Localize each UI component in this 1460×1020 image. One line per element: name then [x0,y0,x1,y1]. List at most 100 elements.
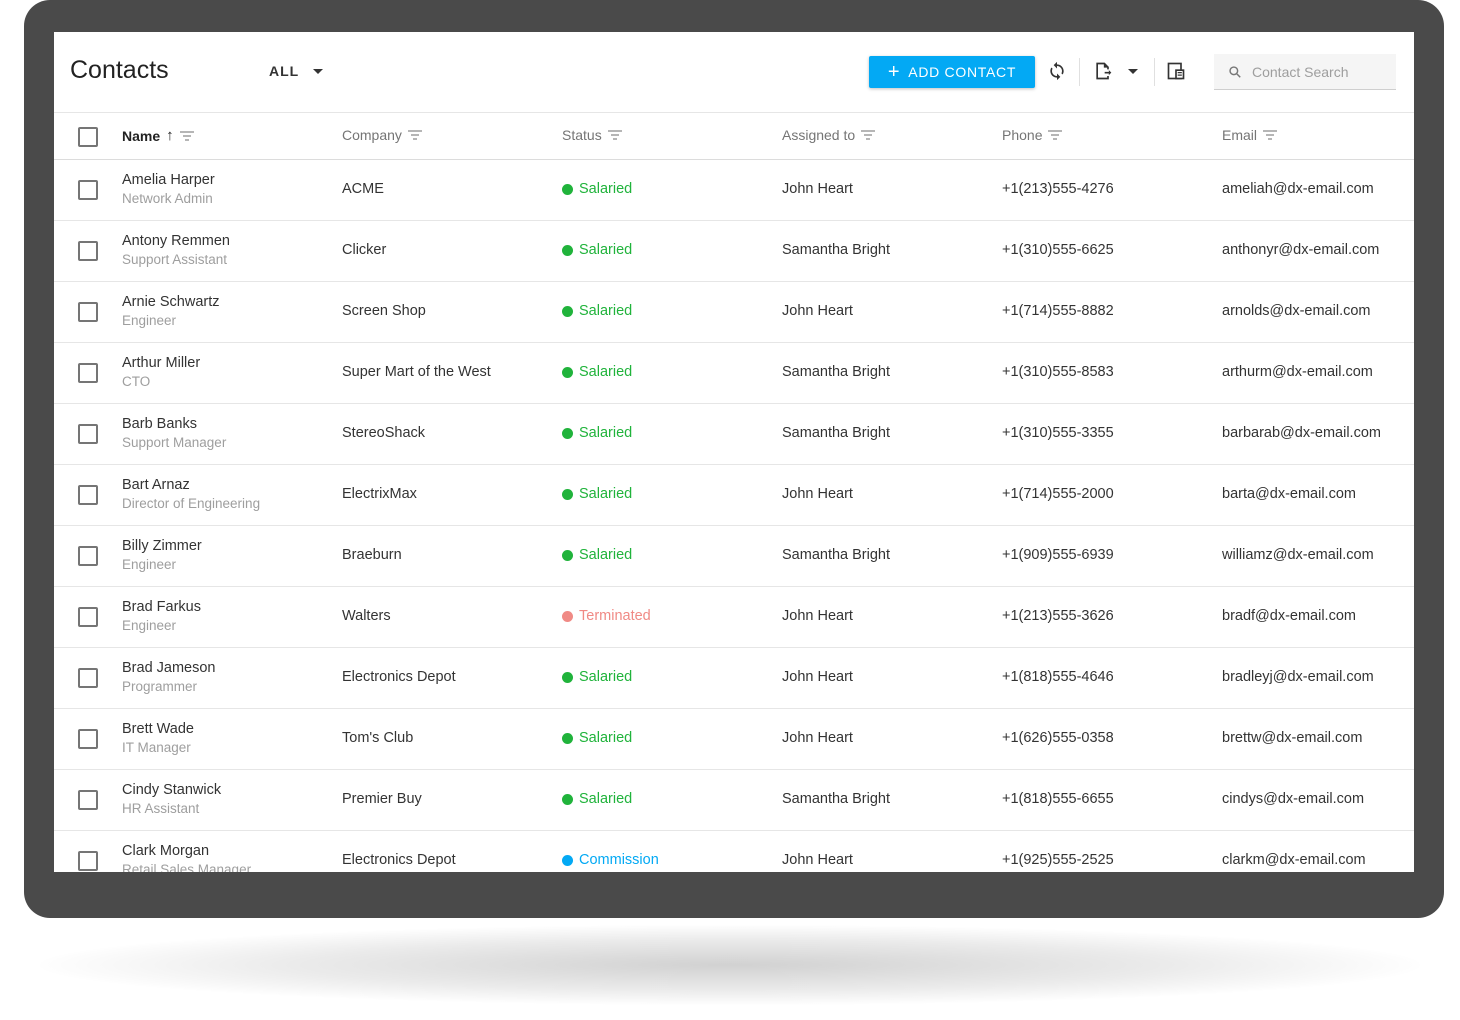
table-row[interactable]: Clark Morgan Retail Sales Manager Electr… [54,831,1414,872]
contact-company: Electronics Depot [342,669,456,685]
table-row[interactable]: Arthur Miller CTO Super Mart of the West… [54,343,1414,404]
add-contact-button[interactable]: + ADD CONTACT [869,56,1035,88]
status-filter-label: ALL [269,63,300,79]
status-label: Salaried [579,303,633,319]
row-checkbox[interactable] [78,546,98,566]
contact-email: bradf@dx-email.com [1222,608,1356,624]
table-row[interactable]: Bart Arnaz Director of Engineering Elect… [54,465,1414,526]
contact-company: Super Mart of the West [342,364,491,380]
status-label: Salaried [579,181,633,197]
contact-position: Network Admin [122,191,213,206]
filter-icon[interactable] [179,128,194,144]
search-input[interactable] [1250,62,1394,81]
status-badge: Salaried [562,791,632,807]
status-badge: Commission [562,852,659,868]
contact-position: Engineer [122,557,177,572]
filter-icon[interactable] [407,127,422,143]
filter-icon[interactable] [607,127,622,143]
table-row[interactable]: Antony Remmen Support Assistant Clicker … [54,221,1414,282]
filter-icon[interactable] [1263,127,1278,143]
contact-company: ACME [342,181,384,197]
row-checkbox[interactable] [78,424,98,444]
row-checkbox[interactable] [78,729,98,749]
contact-email: williamz@dx-email.com [1222,547,1374,563]
contact-email: barta@dx-email.com [1222,486,1356,502]
filter-icon[interactable] [861,127,876,143]
contact-name: Antony Remmen [122,233,230,249]
assigned-to: Samantha Bright [782,242,891,258]
status-dot-icon [562,366,573,378]
contact-company: Walters [342,608,391,624]
status-dot-icon [562,610,573,622]
status-badge: Salaried [562,425,632,441]
contact-search[interactable] [1214,54,1396,90]
contact-phone: +1(213)555-3626 [1002,608,1114,624]
assigned-to: Samantha Bright [782,364,891,380]
row-checkbox[interactable] [78,485,98,505]
contact-name: Bart Arnaz [122,477,190,493]
contact-phone: +1(213)555-4276 [1002,181,1114,197]
table-row[interactable]: Barb Banks Support Manager StereoShack S… [54,404,1414,465]
row-checkbox[interactable] [78,180,98,200]
status-label: Salaried [579,486,633,502]
table-row[interactable]: Brett Wade IT Manager Tom's Club Salarie… [54,709,1414,770]
column-header-status[interactable]: Status [562,127,622,143]
contact-name: Clark Morgan [122,843,210,859]
select-all-checkbox[interactable] [78,127,98,147]
table-row[interactable]: Brad Farkus Engineer Walters Terminated … [54,587,1414,648]
status-badge: Salaried [562,730,632,746]
row-checkbox[interactable] [78,302,98,322]
assigned-to: John Heart [782,852,853,868]
contact-email: clarkm@dx-email.com [1222,852,1366,868]
column-header-name[interactable]: Name ↑ [122,127,194,144]
table-row[interactable]: Arnie Schwartz Engineer Screen Shop Sala… [54,282,1414,343]
refresh-button[interactable] [1046,60,1068,82]
contact-phone: +1(714)555-2000 [1002,486,1114,502]
contact-position: Programmer [122,679,198,694]
status-dot-icon [562,427,573,439]
status-badge: Salaried [562,303,632,319]
export-button[interactable] [1092,60,1114,82]
table-header: Name ↑ Company Status Assigned to Phone … [54,112,1414,160]
contact-company: Braeburn [342,547,402,563]
status-label: Salaried [579,791,633,807]
row-checkbox[interactable] [78,241,98,261]
contact-company: Screen Shop [342,303,426,319]
assigned-to: John Heart [782,303,853,319]
row-checkbox[interactable] [78,668,98,688]
contact-phone: +1(818)555-4646 [1002,669,1114,685]
table-row[interactable]: Amelia Harper Network Admin ACME Salarie… [54,160,1414,221]
status-filter-dropdown[interactable]: ALL [269,63,324,79]
column-header-assigned[interactable]: Assigned to [782,127,876,143]
contact-position: CTO [122,374,151,389]
column-header-email[interactable]: Email [1222,127,1278,143]
contact-position: Support Manager [122,435,227,450]
column-chooser-icon [1167,62,1185,80]
contact-position: Engineer [122,618,177,633]
filter-icon[interactable] [1048,127,1063,143]
table-row[interactable]: Brad Jameson Programmer Electronics Depo… [54,648,1414,709]
device-shadow [40,925,1420,1005]
contact-name: Arthur Miller [122,355,201,371]
row-checkbox[interactable] [78,790,98,810]
table-row[interactable]: Billy Zimmer Engineer Braeburn Salaried … [54,526,1414,587]
status-badge: Salaried [562,181,632,197]
status-dot-icon [562,305,573,317]
row-checkbox[interactable] [78,607,98,627]
row-checkbox[interactable] [78,851,98,871]
status-badge: Salaried [562,242,632,258]
contact-phone: +1(626)555-0358 [1002,730,1114,746]
column-chooser-button[interactable] [1165,60,1187,82]
page-title: Contacts [70,56,169,84]
column-header-phone[interactable]: Phone [1002,127,1063,143]
status-label: Salaried [579,547,633,563]
contact-phone: +1(925)555-2525 [1002,852,1114,868]
contact-email: ameliah@dx-email.com [1222,181,1374,197]
row-checkbox[interactable] [78,363,98,383]
table-row[interactable]: Cindy Stanwick HR Assistant Premier Buy … [54,770,1414,831]
status-dot-icon [562,244,573,256]
export-menu-button[interactable] [1122,60,1144,82]
column-header-company[interactable]: Company [342,127,422,143]
contact-name: Billy Zimmer [122,538,202,554]
contact-position: IT Manager [122,740,191,755]
